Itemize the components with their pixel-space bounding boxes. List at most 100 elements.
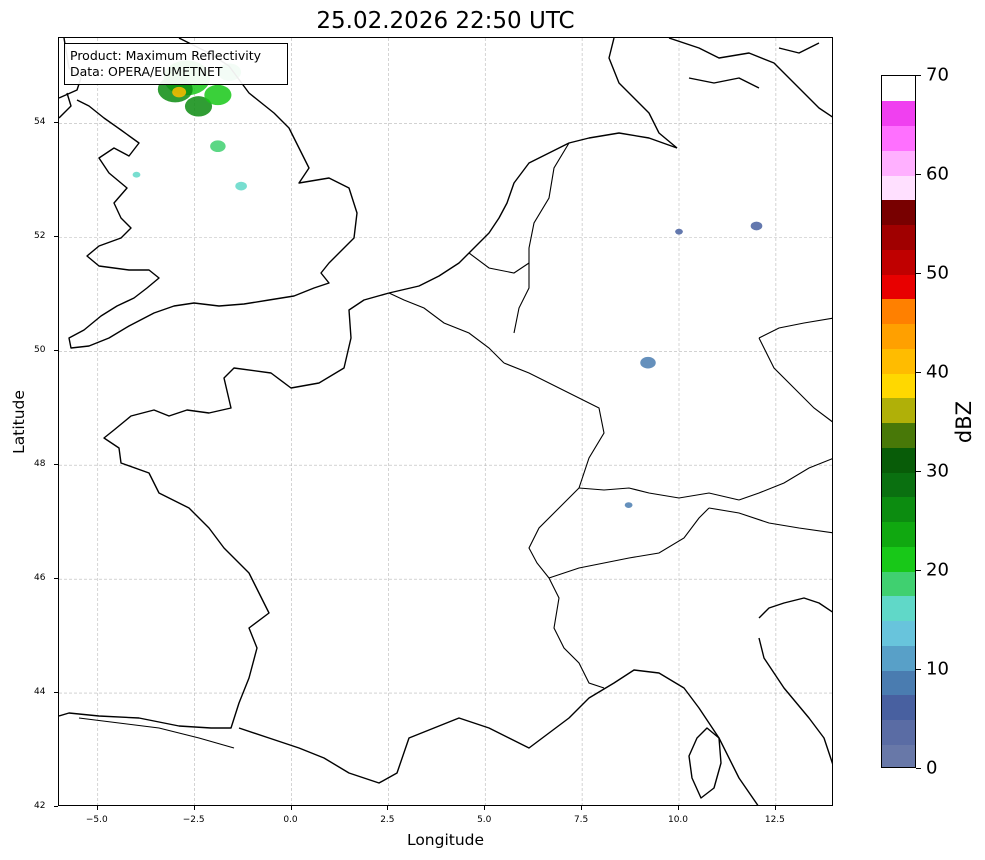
colorbar-tick-label-2: 20 bbox=[926, 559, 949, 581]
x-tick-label-5: 7.5 bbox=[573, 815, 589, 825]
radar-echo-4 bbox=[204, 84, 232, 106]
colorbar-segment-20 bbox=[882, 249, 915, 275]
coastline-france-west bbox=[59, 292, 390, 729]
y-tick-mark-1 bbox=[54, 692, 58, 694]
x-tick-label-6: 10.0 bbox=[667, 815, 689, 825]
colorbar-segment-3 bbox=[882, 670, 915, 696]
border-germany-czech bbox=[758, 317, 832, 423]
radar-echo-12 bbox=[750, 221, 763, 231]
x-tick-label-0: −5.0 bbox=[85, 815, 108, 825]
border-france-spain bbox=[78, 717, 235, 749]
colorbar-segment-23 bbox=[882, 175, 915, 201]
border-france-switzerland bbox=[528, 487, 580, 579]
colorbar-segment-21 bbox=[882, 224, 915, 250]
x-tick-mark-3 bbox=[387, 806, 389, 810]
x-tick-mark-2 bbox=[290, 806, 292, 810]
y-tick-mark-4 bbox=[54, 350, 58, 352]
coastline-continent-north bbox=[388, 132, 678, 294]
info-box: Product: Maximum Reflectivity Data: OPER… bbox=[64, 43, 288, 85]
colorbar-tick-mark-4 bbox=[916, 372, 921, 373]
x-tick-mark-4 bbox=[484, 806, 486, 810]
coastline-layer bbox=[59, 38, 832, 805]
colorbar-tick-label-0: 0 bbox=[926, 757, 938, 779]
x-tick-label-7: 12.5 bbox=[764, 815, 785, 825]
colorbar-label: dBZ bbox=[952, 400, 976, 444]
colorbar-segment-26 bbox=[882, 100, 915, 126]
colorbar-segment-16 bbox=[882, 348, 915, 374]
border-switzerland-italy bbox=[548, 507, 710, 579]
radar-echo-6 bbox=[210, 140, 226, 153]
x-tick-label-3: 2.5 bbox=[380, 815, 395, 825]
colorbar-tick-mark-0 bbox=[916, 768, 921, 769]
y-tick-label-2: 46 bbox=[34, 573, 46, 584]
colorbar-segment-12 bbox=[882, 447, 915, 473]
info-product: Product: Maximum Reflectivity bbox=[70, 48, 262, 63]
border-france-belgium bbox=[388, 292, 505, 364]
colorbar-tick-mark-2 bbox=[916, 570, 921, 571]
radar-echo-9 bbox=[640, 356, 656, 369]
colorbar-segment-18 bbox=[882, 298, 915, 324]
colorbar-segment-4 bbox=[882, 645, 915, 671]
coastline-mediterranean bbox=[238, 669, 759, 805]
x-tick-mark-6 bbox=[678, 806, 679, 810]
colorbar-tick-label-1: 10 bbox=[926, 658, 949, 680]
border-belgium-netherlands bbox=[468, 252, 530, 274]
border-germany-switzerland bbox=[578, 487, 740, 501]
border-france-germany bbox=[503, 362, 605, 489]
y-tick-label-1: 44 bbox=[34, 687, 46, 698]
colorbar-segment-13 bbox=[882, 422, 915, 448]
colorbar-segment-1 bbox=[882, 719, 915, 745]
coastline-corsica bbox=[688, 727, 722, 799]
x-tick-mark-7 bbox=[774, 806, 776, 810]
x-tick-label-4: 5.0 bbox=[477, 815, 492, 825]
colorbar-segment-11 bbox=[882, 472, 915, 498]
colorbar-tick-mark-1 bbox=[916, 669, 921, 670]
y-tick-mark-3 bbox=[54, 464, 58, 466]
colorbar-segment-15 bbox=[882, 373, 915, 399]
colorbar-segment-22 bbox=[882, 199, 915, 225]
colorbar-tick-label-6: 60 bbox=[926, 163, 949, 185]
colorbar-tick-label-5: 50 bbox=[926, 262, 949, 284]
colorbar-segment-14 bbox=[882, 397, 915, 423]
colorbar-segment-0 bbox=[882, 744, 915, 767]
colorbar-segment-2 bbox=[882, 694, 915, 720]
colorbar-segment-24 bbox=[882, 150, 915, 176]
colorbar-segment-10 bbox=[882, 496, 915, 522]
colorbar-segment-17 bbox=[882, 323, 915, 349]
map-title: 25.02.2026 22:50 UTC bbox=[316, 8, 575, 34]
y-tick-label-4: 50 bbox=[34, 345, 46, 356]
y-tick-mark-0 bbox=[54, 806, 58, 807]
colorbar-tick-mark-6 bbox=[916, 174, 921, 175]
colorbar bbox=[881, 75, 916, 768]
y-tick-label-5: 52 bbox=[34, 231, 46, 242]
x-tick-mark-1 bbox=[193, 806, 195, 810]
radar-echo-layer bbox=[132, 60, 763, 509]
y-tick-label-0: 42 bbox=[34, 801, 46, 811]
x-tick-label-2: 0.0 bbox=[283, 815, 298, 825]
y-tick-label-6: 54 bbox=[34, 117, 46, 128]
colorbar-tick-label-3: 30 bbox=[926, 460, 949, 482]
colorbar-segment-7 bbox=[882, 571, 915, 597]
colorbar-segment-8 bbox=[882, 546, 915, 572]
colorbar-segment-5 bbox=[882, 620, 915, 646]
y-tick-mark-6 bbox=[54, 122, 58, 124]
map-canvas[interactable] bbox=[59, 38, 833, 806]
radar-echo-8 bbox=[132, 171, 141, 178]
colorbar-segment-9 bbox=[882, 521, 915, 547]
map-area[interactable] bbox=[58, 37, 833, 806]
x-tick-mark-0 bbox=[96, 806, 98, 810]
colorbar-tick-mark-7 bbox=[916, 75, 921, 76]
colorbar-tick-label-4: 40 bbox=[926, 361, 949, 383]
y-tick-mark-5 bbox=[54, 236, 58, 238]
x-tick-mark-5 bbox=[581, 806, 583, 810]
radar-echo-7 bbox=[235, 181, 247, 191]
colorbar-tick-mark-5 bbox=[916, 273, 921, 274]
border-france-italy bbox=[548, 577, 605, 689]
radar-echo-11 bbox=[675, 228, 683, 235]
y-axis-label: Latitude bbox=[10, 390, 28, 454]
colorbar-tick-mark-3 bbox=[916, 471, 921, 472]
grid-lines bbox=[59, 38, 832, 805]
colorbar-tick-label-7: 70 bbox=[926, 64, 949, 86]
radar-echo-10 bbox=[624, 502, 633, 509]
info-data-source: Data: OPERA/EUMETNET bbox=[70, 64, 223, 79]
